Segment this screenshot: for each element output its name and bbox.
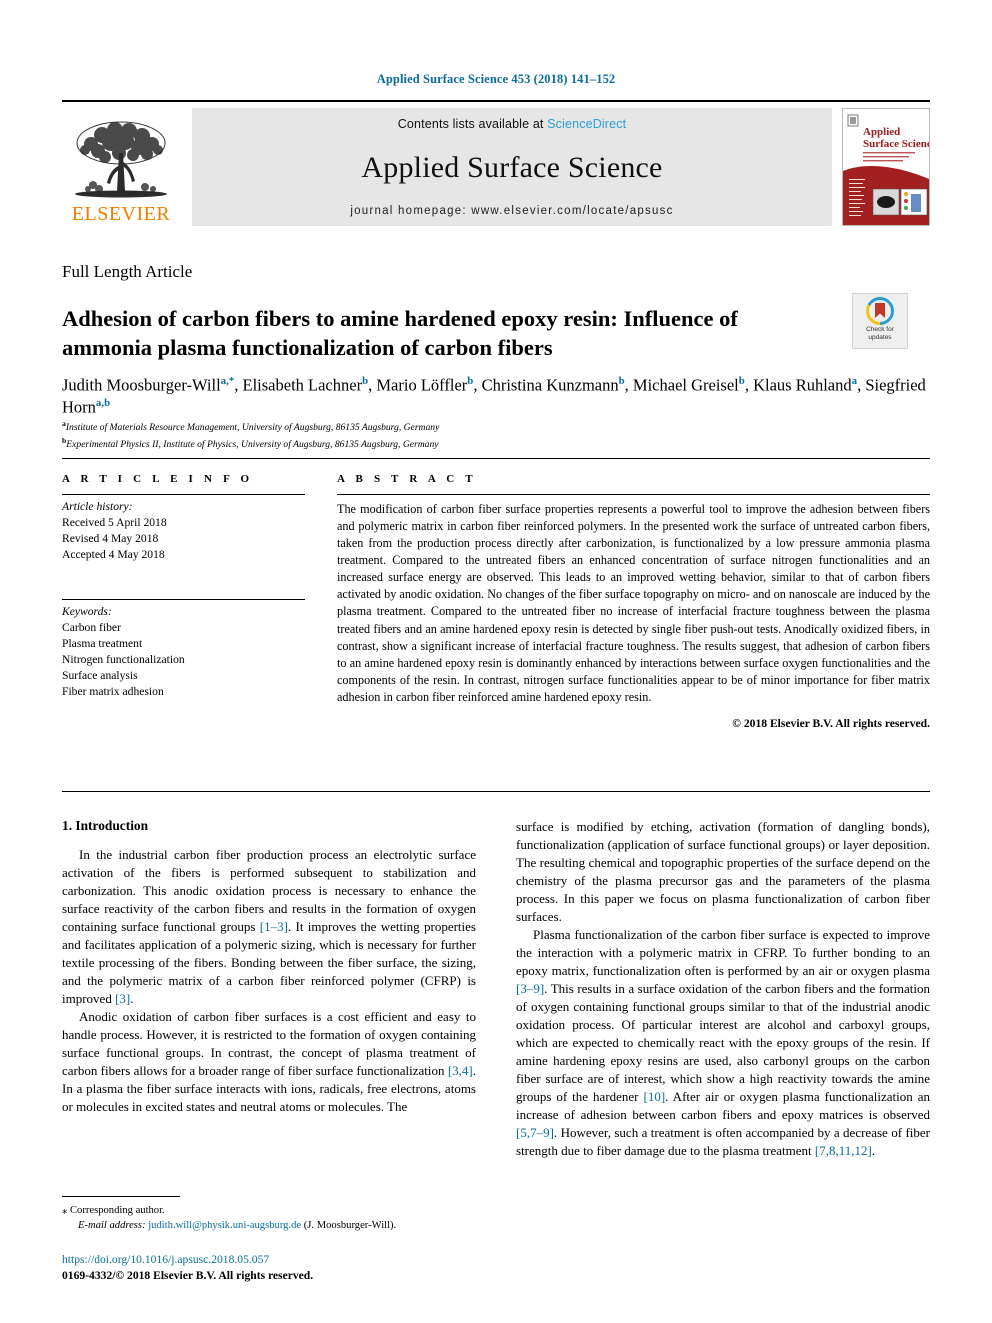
author-name: Judith Moosburger-Will (62, 375, 221, 395)
introduction-left-text: In the industrial carbon fiber productio… (62, 846, 476, 1116)
author-name: Michael Greisel (632, 375, 739, 395)
author-affiliation-marker: a (851, 375, 858, 387)
paragraph: surface is modified by etching, activati… (516, 819, 930, 924)
journal-cover-thumbnail: Applied Surface Science (842, 108, 930, 226)
corresponding-author-text: Corresponding author. (69, 1205, 165, 1216)
keyword-item: Plasma treatment (62, 636, 143, 650)
footnote-rule (62, 1196, 180, 1197)
footnote-star-marker: ⁎ (62, 1205, 68, 1216)
history-item: Accepted 4 May 2018 (62, 547, 165, 561)
author-list: Judith Moosburger-Willa,*, Elisabeth Lac… (62, 375, 926, 417)
contents-lists-line: Contents lists available at ScienceDirec… (398, 117, 626, 131)
affiliation-list: aInstitute of Materials Resource Managem… (62, 418, 934, 452)
elsevier-tree-icon (75, 121, 167, 198)
body-column-gutter (476, 818, 516, 1160)
elsevier-logo: ELSEVIER (62, 108, 180, 226)
journal-masthead: ELSEVIER Contents lists available at Sci… (62, 100, 930, 226)
keyword-item: Carbon fiber (62, 620, 121, 634)
paragraph: Plasma functionalization of the carbon f… (516, 927, 930, 1158)
author-name: Elisabeth Lachner (242, 375, 363, 395)
paragraph: In the industrial carbon fiber productio… (62, 847, 476, 1006)
author-name: Christina Kunzmann (481, 375, 619, 395)
citation-ref[interactable]: [10] (644, 1089, 666, 1104)
article-history: Article history: Received 5 April 2018 Re… (62, 495, 305, 563)
svg-text:Applied: Applied (863, 126, 900, 138)
introduction-right-text: surface is modified by etching, activati… (516, 818, 930, 1160)
email-line: E-mail address: judith.will@physik.uni-a… (62, 1218, 476, 1233)
journal-homepage-link[interactable]: journal homepage: www.elsevier.com/locat… (350, 205, 673, 217)
contents-lists-prefix: Contents lists available at (397, 117, 548, 131)
keyword-item: Surface analysis (62, 668, 138, 682)
article-info-heading: A R T I C L E I N F O (62, 473, 254, 485)
journal-band: Contents lists available at ScienceDirec… (192, 108, 832, 226)
corresponding-author-footnote: ⁎ Corresponding author. E-mail address: … (62, 1196, 476, 1233)
crossmark-label-line1: Check for (866, 326, 894, 333)
keywords-label: Keywords: (62, 604, 112, 618)
copyright-line: © 2018 Elsevier B.V. All rights reserved… (732, 716, 930, 730)
issn-copyright-line: 0169-4332/© 2018 Elsevier B.V. All right… (62, 1269, 314, 1283)
history-items: Received 5 April 2018 Revised 4 May 2018 A… (62, 515, 305, 563)
article-info-abstract-block: A R T I C L E I N F O Article history: R… (62, 458, 930, 730)
keyword-item: Fiber matrix adhesion (62, 684, 164, 698)
author-affiliation-marker: a,b (95, 397, 111, 410)
journal-title: Applied Surface Science (361, 151, 663, 184)
running-head: Applied Surface Science 453 (2018) 141–1… (376, 72, 616, 86)
citation-ref[interactable]: [1–3] (260, 919, 288, 934)
author-affiliation-marker: b (467, 375, 474, 387)
citation-ref[interactable]: [5,7–9] (516, 1125, 554, 1140)
column-gutter (305, 473, 337, 730)
corresponding-author-line: ⁎ Corresponding author. (62, 1203, 476, 1218)
history-item: Revised 4 May 2018 (62, 531, 159, 545)
body-columns: 1. Introduction In the industrial carbon… (62, 818, 930, 1160)
abstract-column: A B S T R A C T The modification of carb… (337, 473, 930, 730)
svg-text:Surface Science: Surface Science (863, 138, 929, 150)
author-affiliation-marker: a,* (220, 375, 235, 387)
page-title: Adhesion of carbon fibers to amine harde… (62, 306, 738, 360)
keyword-item: Nitrogen functionalization (62, 652, 185, 666)
article-first-page: Applied Surface Science 453 (2018) 141–1… (0, 0, 992, 1323)
history-item: Received 5 April 2018 (62, 515, 167, 529)
author-name: Klaus Ruhland (753, 375, 852, 395)
abstract-heading: A B S T R A C T (337, 473, 477, 485)
body-column-right: surface is modified by etching, activati… (516, 818, 930, 1160)
crossmark-badge[interactable]: Check for updates (852, 293, 908, 349)
body-column-left: 1. Introduction In the industrial carbon… (62, 818, 476, 1160)
citation-ref[interactable]: [3,4] (448, 1063, 473, 1078)
sciencedirect-link[interactable]: ScienceDirect (547, 117, 626, 131)
journal-cover-image: Applied Surface Science (843, 109, 929, 225)
article-info-column: A R T I C L E I N F O Article history: R… (62, 473, 305, 730)
footer-doi-block: https://doi.org/10.1016/j.apsusc.2018.05… (62, 1252, 562, 1285)
elsevier-wordmark: ELSEVIER (71, 203, 171, 225)
crossmark-label-line2: updates (868, 333, 892, 341)
affiliation-item: bExperimental Physics II, Institute of P… (62, 436, 439, 451)
paragraph: Anodic oxidation of carbon fiber surface… (62, 1009, 476, 1114)
email-label: E-mail address: (78, 1220, 146, 1232)
citation-ref[interactable]: [3–9] (516, 981, 544, 996)
citation-ref[interactable]: [3] (115, 991, 130, 1006)
keywords-block: Keywords: Carbon fiber Plasma treatment Ni… (62, 600, 305, 700)
author-affiliation-marker: b (618, 375, 625, 387)
author-affiliation-marker: b (738, 375, 745, 387)
affiliation-marker: b (62, 436, 67, 446)
affiliation-item: aInstitute of Materials Resource Managem… (62, 419, 440, 434)
abstract-text: The modification of carbon fiber surface… (337, 502, 930, 704)
section-divider-rule (62, 791, 930, 792)
keyword-items: Carbon fiber Plasma treatment Nitrogen fun… (62, 620, 305, 700)
author-name: Mario Löffler (376, 375, 468, 395)
author-affiliation-marker: b (362, 375, 369, 387)
citation-ref[interactable]: [7,8,11,12] (815, 1143, 872, 1158)
email-owner: (J. Moosburger-Will). (303, 1220, 397, 1232)
affiliation-marker: a (62, 419, 66, 428)
introduction-heading: 1. Introduction (62, 818, 149, 833)
article-history-label: Article history: (62, 500, 133, 513)
article-type-label: Full Length Article (62, 262, 193, 281)
doi-link[interactable]: https://doi.org/10.1016/j.apsusc.2018.05… (62, 1252, 562, 1268)
crossmark-label: Check for updates (866, 326, 894, 342)
crossmark-badge-icon (866, 297, 894, 325)
email-link[interactable]: judith.will@physik.uni-augsburg.de (148, 1220, 301, 1231)
